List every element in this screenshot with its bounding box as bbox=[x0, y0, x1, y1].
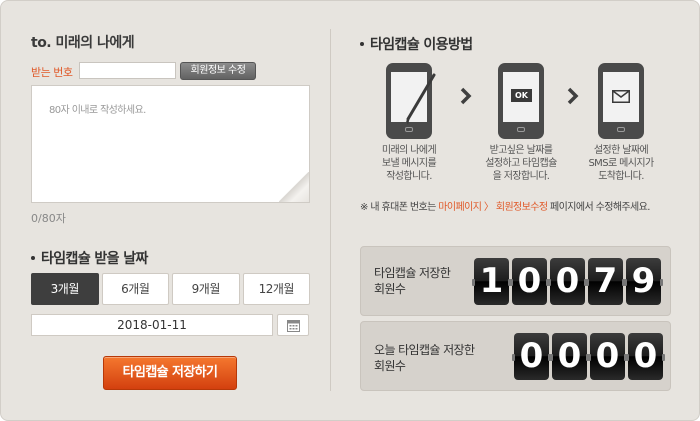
digit: 0 bbox=[548, 258, 587, 305]
total-members-counter: 타임캡슐 저장한 회원수 1 0 0 7 9 bbox=[360, 246, 671, 316]
column-divider bbox=[330, 29, 331, 391]
phone-number-input[interactable] bbox=[79, 62, 176, 79]
total-digits: 1 0 0 7 9 bbox=[472, 258, 663, 305]
tab-9-months[interactable]: 9개월 bbox=[172, 273, 240, 305]
tab-12-months[interactable]: 12개월 bbox=[242, 273, 310, 305]
edit-member-info-button[interactable]: 회원정보 수정 bbox=[180, 62, 256, 80]
step-3-illustration bbox=[598, 63, 658, 141]
page-curl-decoration bbox=[279, 172, 309, 202]
calendar-icon bbox=[287, 320, 300, 332]
receive-date-heading: 타임캡슐 받을 날짜 bbox=[31, 248, 148, 268]
digit: 1 bbox=[472, 258, 511, 305]
today-members-counter: 오늘 타임캡슐 저장한 회원수 0 0 0 0 bbox=[360, 321, 671, 391]
usage-title: 타임캡슐 이용방법 bbox=[370, 37, 473, 53]
letter-title: to. 미래의 나에게 bbox=[31, 35, 135, 51]
character-counter: 0/80자 bbox=[31, 212, 66, 225]
bullet-icon bbox=[360, 41, 364, 46]
time-capsule-panel: to. 미래의 나에게 받는 번호 회원정보 수정 80자 이내로 작성하세요.… bbox=[0, 0, 700, 421]
period-tabs: 3개월 6개월 9개월 12개월 bbox=[31, 273, 310, 305]
digit: 0 bbox=[512, 333, 551, 380]
mypage-link[interactable]: 마이페이지 〉 회원정보수정 bbox=[438, 202, 548, 213]
step-2-illustration: OK bbox=[498, 63, 558, 141]
bullet-icon bbox=[31, 255, 35, 260]
pen-icon bbox=[406, 73, 436, 125]
message-placeholder: 80자 이내로 작성하세요. bbox=[49, 105, 146, 116]
today-members-label: 오늘 타임캡슐 저장한 회원수 bbox=[374, 343, 475, 373]
digit: 0 bbox=[510, 258, 549, 305]
message-textarea[interactable]: 80자 이내로 작성하세요. bbox=[31, 85, 310, 203]
chevron-right-icon bbox=[460, 87, 472, 105]
digit: 0 bbox=[588, 333, 627, 380]
chevron-right-icon bbox=[567, 87, 579, 105]
usage-heading: 타임캡슐 이용방법 bbox=[360, 34, 473, 54]
tab-3-months[interactable]: 3개월 bbox=[31, 273, 99, 305]
save-time-capsule-button[interactable]: 타임캡슐 저장하기 bbox=[103, 356, 237, 390]
receive-date-title: 타임캡슐 받을 날짜 bbox=[41, 251, 148, 267]
digit: 7 bbox=[586, 258, 625, 305]
date-field[interactable]: 2018-01-11 bbox=[31, 314, 273, 336]
step-1-illustration bbox=[386, 63, 446, 141]
tab-6-months[interactable]: 6개월 bbox=[101, 273, 169, 305]
step-1-text: 미래의 나에게 보낼 메시지를 작성합니다. bbox=[381, 145, 437, 182]
step-3-text: 설정한 날짜에 SMS로 메시지가 도착합니다. bbox=[588, 145, 654, 182]
digit: 0 bbox=[626, 333, 665, 380]
ok-badge: OK bbox=[511, 89, 532, 102]
phone-label: 받는 번호 bbox=[31, 66, 73, 79]
envelope-icon bbox=[612, 90, 630, 103]
calendar-button[interactable] bbox=[277, 314, 309, 336]
digit: 0 bbox=[550, 333, 589, 380]
phone-number-note: ※ 내 휴대폰 번호는 마이페이지 〉 회원정보수정 페이지에서 수정해주세요. bbox=[360, 202, 650, 213]
today-digits: 0 0 0 0 bbox=[512, 333, 665, 380]
step-2-text: 받고싶은 날짜를 설정하고 타임캡슐 을 저장합니다. bbox=[485, 145, 557, 182]
digit: 9 bbox=[624, 258, 663, 305]
